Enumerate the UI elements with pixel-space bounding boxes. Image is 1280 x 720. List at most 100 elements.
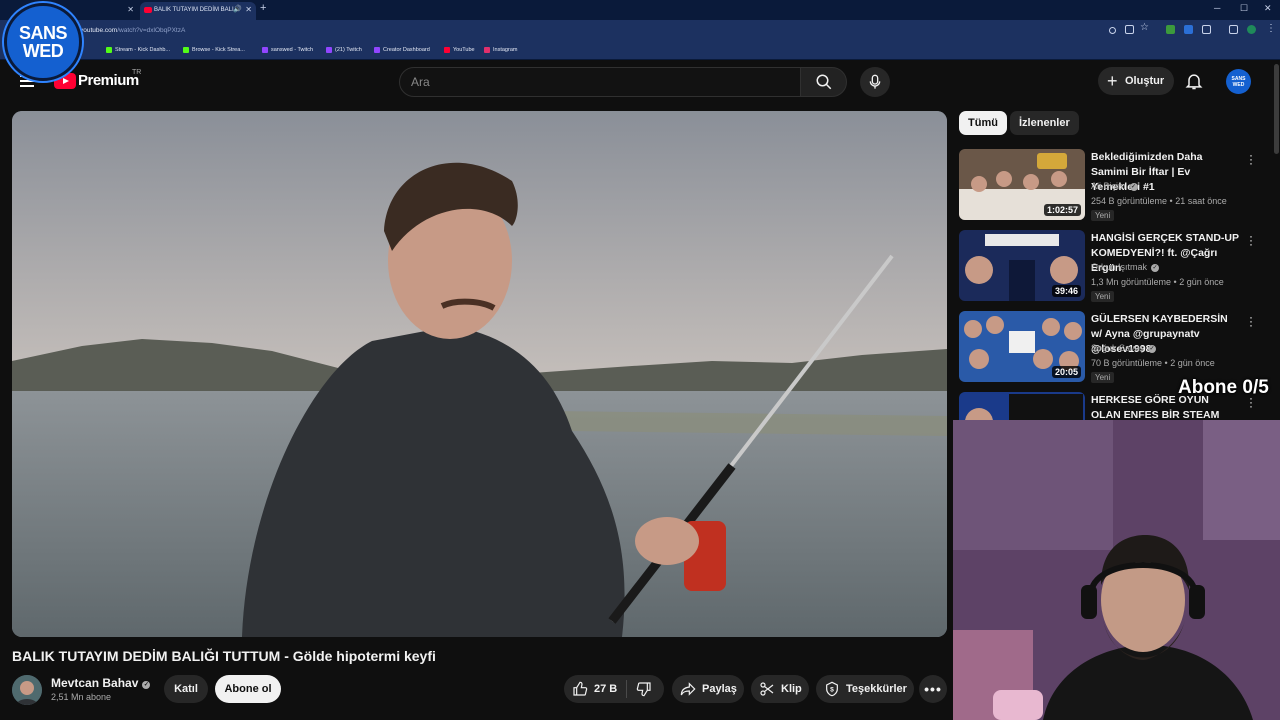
recommendation-channel[interactable]: Orkun Işıtmak ✓ (1091, 262, 1160, 272)
more-actions-button[interactable]: ••• (919, 675, 947, 703)
url-host: youtube.com (80, 27, 118, 34)
menu-kebab-icon[interactable]: ⋮ (1266, 23, 1276, 34)
bookmark-label: Browse - Kick Strea... (192, 47, 245, 53)
channel-text: Orkun Işıtmak (1091, 262, 1148, 272)
like-count: 27 B (594, 683, 618, 695)
close-icon[interactable]: ✕ (245, 2, 252, 18)
notifications-bell-icon[interactable] (1184, 71, 1204, 91)
bookmark-item[interactable]: Stream - Kick Dashb... (106, 45, 170, 55)
more-options-icon[interactable]: · · · (1249, 149, 1253, 169)
share-icon (680, 682, 696, 696)
logo-line2: WED (22, 41, 64, 61)
verified-icon: ✓ (142, 681, 151, 689)
new-tab-icon[interactable]: + (260, 2, 266, 14)
chip-all[interactable]: Tümü (959, 111, 1007, 135)
subscribe-button[interactable]: Abone ol (215, 675, 281, 703)
bookmark-item[interactable]: (21) Twitch (326, 45, 362, 55)
recommendation-meta: 254 B görüntüleme • 21 saat önce (1091, 196, 1227, 206)
bookmark-item[interactable]: YouTube (444, 45, 475, 55)
video-player[interactable] (12, 111, 947, 637)
bookmark-label: Stream - Kick Dashb... (115, 47, 171, 53)
verified-icon: ✓ (1148, 345, 1157, 353)
star-icon[interactable]: ☆ (1140, 22, 1149, 33)
bookmark-item[interactable]: Creator Dashboard (374, 45, 430, 55)
channel-name-text: Mevtcan Bahav (51, 676, 139, 690)
plus-icon: + (1107, 71, 1118, 91)
search-icon (816, 74, 832, 90)
window-close-icon[interactable]: ✕ (1264, 3, 1272, 14)
minimize-icon[interactable]: ─ (1214, 3, 1220, 13)
video-thumbnail[interactable]: 1:02:57 (959, 149, 1085, 220)
channel-avatar[interactable] (12, 675, 42, 705)
video-thumbnail[interactable]: 39:46 (959, 230, 1085, 301)
recommendation-item[interactable]: 20:05 GÜLERSEN KAYBEDERSİN w/ Ayna @grup… (959, 311, 1259, 383)
extension-icon[interactable] (1166, 25, 1175, 34)
bookmark-label: Creator Dashboard (383, 47, 430, 53)
browser-tabstrip: ✕ BALIK TUTAYIM DEDİM BALI 🔊 ✕ + ─ ☐ ✕ (0, 0, 1280, 20)
thanks-button[interactable]: $ Teşekkürler (816, 675, 914, 703)
url-field[interactable]: youtube.com/watch?v=dxlObqPXtzA (80, 24, 1090, 37)
join-button[interactable]: Katıl (164, 675, 208, 703)
bookmark-item[interactable]: Instagram (484, 45, 517, 55)
recommendation-item[interactable]: 1:02:57 Beklediğimizden Daha Samimi Bir … (959, 149, 1259, 221)
video-thumbnail[interactable] (959, 392, 1085, 422)
subscriber-count: 2,51 Mn abone (51, 692, 112, 702)
speaker-icon[interactable]: 🔊 (233, 2, 242, 18)
scrollbar-thumb[interactable] (1274, 64, 1279, 154)
verified-icon: ✓ (1151, 264, 1160, 272)
recommendation-meta: 1,3 Mn görüntüleme • 2 gün önce (1091, 277, 1224, 287)
recommendation-item[interactable]: 39:46 HANGİSİ GERÇEK STAND-UP KOMEDYENİ?… (959, 230, 1259, 302)
video-thumbnail[interactable]: 20:05 (959, 311, 1085, 382)
youtube-icon (444, 47, 450, 53)
voice-search-button[interactable] (860, 67, 890, 97)
cast-icon[interactable] (1125, 25, 1134, 34)
recommendation-channel[interactable]: Soğuk Savaş ✓ (1091, 343, 1157, 353)
recommendation-meta: 70 B görüntüleme • 2 gün önce (1091, 358, 1215, 368)
recommendation-channel[interactable]: Ali Biçim ✓ (1091, 181, 1138, 191)
new-badge: Yeni (1091, 210, 1115, 221)
like-button[interactable]: 27 B (564, 675, 664, 703)
zoom-icon[interactable] (1109, 27, 1116, 34)
tab-title: BALIK TUTAYIM DEDİM BALI (154, 7, 234, 13)
address-bar: youtube.com/watch?v=dxlObqPXtzA ☆ ⋮ (0, 20, 1280, 40)
video-title: BALIK TUTAYIM DEDİM BALIĞI TUTTUM - Göld… (12, 648, 436, 664)
share-button[interactable]: Paylaş (672, 675, 744, 703)
webcam-image (953, 420, 1280, 720)
extension-icon[interactable] (1184, 25, 1193, 34)
channel-name[interactable]: Mevtcan Bahav ✓ (51, 676, 151, 690)
instagram-icon (484, 47, 490, 53)
video-duration: 20:05 (1051, 366, 1081, 378)
chip-watched[interactable]: İzlenenler (1010, 111, 1079, 135)
thumbs-down-icon[interactable] (636, 681, 652, 697)
close-icon[interactable]: ✕ (127, 2, 134, 18)
profile-icon[interactable] (1247, 25, 1256, 34)
microphone-icon (869, 74, 881, 89)
create-button[interactable]: + Oluştur (1098, 67, 1174, 95)
account-avatar[interactable]: SANS WED (1226, 69, 1251, 94)
youtube-masthead: Premium TR Ara + Oluştur SANS WED (0, 61, 1280, 103)
thumbs-up-icon (573, 681, 588, 696)
browser-tab-active[interactable]: BALIK TUTAYIM DEDİM BALI 🔊 ✕ (140, 2, 256, 20)
new-badge: Yeni (1091, 372, 1115, 383)
clip-label: Klip (781, 683, 802, 695)
verified-icon: ✓ (1129, 183, 1138, 191)
video-frame (12, 111, 947, 637)
extensions-puzzle-icon[interactable] (1202, 25, 1211, 34)
premium-brand[interactable]: Premium (78, 72, 139, 89)
bookmark-item[interactable]: Browse - Kick Strea... (183, 45, 245, 55)
url-path: /watch?v=dxlObqPXtzA (117, 27, 186, 34)
more-options-icon[interactable]: · · · (1249, 311, 1253, 331)
clip-button[interactable]: Klip (751, 675, 809, 703)
logo-line1: SANS (18, 23, 68, 43)
more-options-icon[interactable]: · · · (1249, 230, 1253, 250)
bookmark-label: (21) Twitch (335, 47, 362, 53)
search-button[interactable] (800, 67, 847, 97)
bookmark-item[interactable]: sanswed - Twitch (262, 45, 313, 55)
media-icon[interactable] (1229, 25, 1238, 34)
search-input[interactable]: Ara (399, 67, 801, 97)
maximize-icon[interactable]: ☐ (1240, 3, 1248, 14)
video-duration: 39:46 (1051, 285, 1081, 297)
bookmark-label: YouTube (453, 47, 475, 53)
avatar-text: SANS WED (1231, 76, 1246, 88)
twitch-icon (374, 47, 380, 53)
